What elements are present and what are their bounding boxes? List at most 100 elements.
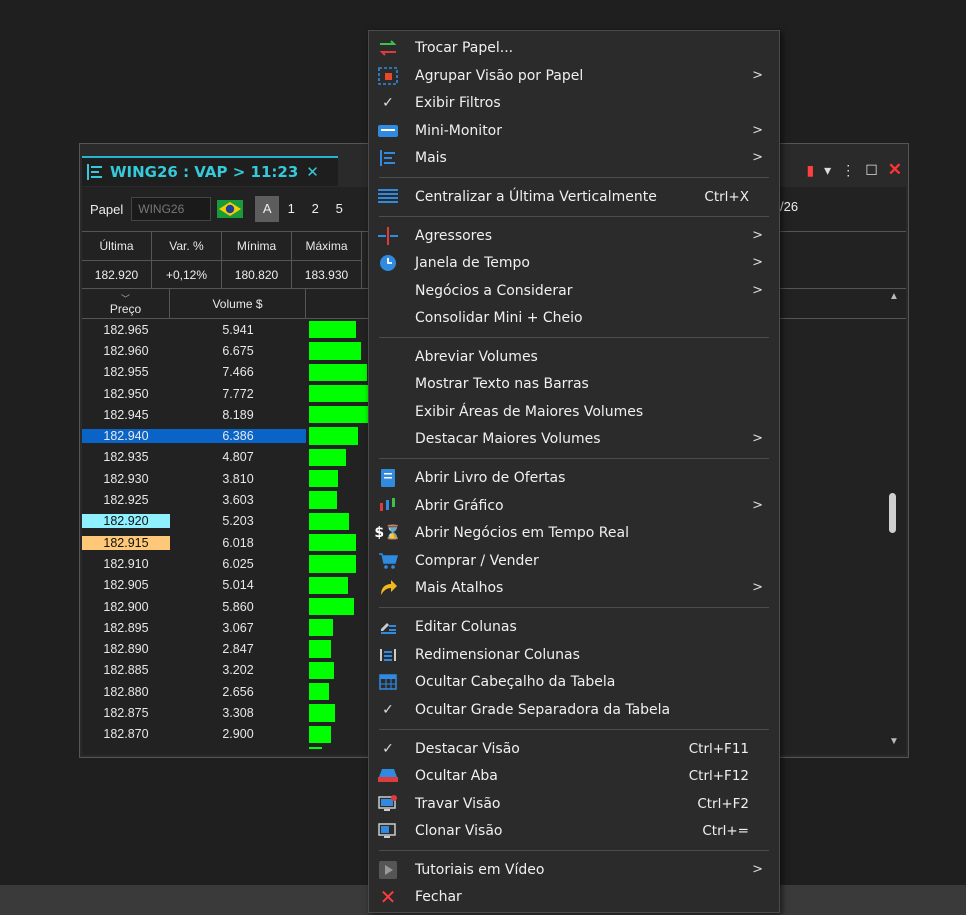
volume-bar <box>309 597 355 616</box>
price-cell: 182.960 <box>103 343 149 358</box>
kebab-menu-icon[interactable]: ⋮ <box>841 162 855 179</box>
tab-title: WING26 : VAP > 11:23 <box>110 163 299 181</box>
keyboard-icon <box>377 121 399 141</box>
menu-item-travar-visao[interactable]: Travar Visão Ctrl+F2 <box>369 790 779 817</box>
summary-value-minima: 180.820 <box>222 260 292 288</box>
volume-cell: 2.900 <box>222 727 254 742</box>
summary-header-var: Var. % <box>152 232 222 260</box>
menu-item-ocultar-grade-separadora-da-tabela[interactable]: ✓ Ocultar Grade Separadora da Tabela <box>369 696 779 723</box>
maximize-icon[interactable]: ☐ <box>865 162 878 179</box>
volume-cell: 7.772 <box>222 386 254 401</box>
menu-item-agressores[interactable]: Agressores > <box>369 222 779 249</box>
menu-item-exibir-areas-de-maiores-volumes[interactable]: Exibir Áreas de Maiores Volumes <box>369 398 779 425</box>
menu-item-centralizar-a-ultima-verticalmente[interactable]: Centralizar a Última Verticalmente Ctrl+X <box>369 183 779 210</box>
price-cell: 182.930 <box>103 471 149 486</box>
menu-item-label: Exibir Áreas de Maiores Volumes <box>415 403 644 420</box>
menu-item-label: Mostrar Texto nas Barras <box>415 375 589 392</box>
menu-separator <box>379 337 769 338</box>
menu-item-exibir-filtros[interactable]: ✓ Exibir Filtros <box>369 89 779 116</box>
menu-item-shortcut: Ctrl+F12 <box>688 767 749 784</box>
summary-value-maxima: 183.930 <box>292 260 362 288</box>
bar-chart-icon[interactable]: ▮ <box>806 162 814 179</box>
column-header-preco[interactable]: ﹀ Preço <box>82 289 170 318</box>
menu-item-label: Trocar Papel... <box>415 39 514 56</box>
submenu-arrow-icon: > <box>752 283 763 298</box>
volume-bar <box>309 406 373 424</box>
volume-cell: 4.807 <box>222 450 254 465</box>
menu-item-trocar-papel[interactable]: Trocar Papel... <box>369 34 779 61</box>
menu-item-ocultar-cabecalho-da-tabela[interactable]: Ocultar Cabeçalho da Tabela <box>369 668 779 695</box>
mode-button-1[interactable]: 1 <box>279 196 303 222</box>
price-cell: 182.955 <box>103 365 149 380</box>
menu-item-destacar-visao[interactable]: ✓ Destacar Visão Ctrl+F11 <box>369 735 779 762</box>
menu-item-abrir-grafico[interactable]: Abrir Gráfico > <box>369 492 779 519</box>
table-header-icon <box>377 672 399 692</box>
menu-item-agrupar-visao-por-papel[interactable]: Agrupar Visão por Papel > <box>369 62 779 89</box>
menu-item-label: Abrir Negócios em Tempo Real <box>415 524 629 541</box>
menu-item-clonar-visao[interactable]: Clonar Visão Ctrl+= <box>369 817 779 844</box>
submenu-arrow-icon: > <box>752 580 763 595</box>
submenu-arrow-icon: > <box>752 255 763 270</box>
check-icon: ✓ <box>382 701 394 718</box>
volume-bar <box>309 427 359 445</box>
menu-item-redimensionar-colunas[interactable]: Redimensionar Colunas <box>369 641 779 668</box>
volume-bar <box>309 342 361 360</box>
window-close-icon[interactable]: ✕ <box>888 160 902 180</box>
volume-cell: 3.810 <box>222 471 254 486</box>
menu-item-mais-atalhos[interactable]: Mais Atalhos > <box>369 574 779 601</box>
mode-button-a[interactable]: A <box>255 196 280 222</box>
window-controls: ▮ ▾ ⋮ ☐ ✕ <box>806 160 902 180</box>
submenu-arrow-icon: > <box>752 123 763 138</box>
submenu-arrow-icon: > <box>752 150 763 165</box>
submenu-arrow-icon: > <box>752 431 763 446</box>
menu-item-label: Consolidar Mini + Cheio <box>415 309 583 326</box>
menu-item-mostrar-texto-nas-barras[interactable]: Mostrar Texto nas Barras <box>369 370 779 397</box>
menu-item-fechar[interactable]: ✕ Fechar <box>369 883 779 910</box>
hide-tab-icon <box>377 766 399 786</box>
menu-item-label: Ocultar Grade Separadora da Tabela <box>415 701 671 718</box>
volume-bar <box>309 725 332 743</box>
menu-item-tutoriais-em-video[interactable]: Tutoriais em Vídeo > <box>369 856 779 883</box>
check-icon: ✓ <box>382 740 394 757</box>
menu-item-abreviar-volumes[interactable]: Abreviar Volumes <box>369 343 779 370</box>
submenu-arrow-icon: > <box>752 68 763 83</box>
scroll-up-icon[interactable]: ▲ <box>889 291 958 302</box>
menu-item-shortcut: Ctrl+X <box>704 188 749 205</box>
menu-item-consolidar-mini-cheio[interactable]: Consolidar Mini + Cheio <box>369 304 779 331</box>
price-cell: 182.890 <box>103 642 149 657</box>
column-header-volume[interactable]: Volume $ <box>170 289 306 318</box>
menu-item-mais[interactable]: Mais > <box>369 144 779 171</box>
tab-wing26-vap[interactable]: WING26 : VAP > 11:23 ✕ <box>82 156 338 186</box>
brazil-flag-icon[interactable] <box>217 198 244 220</box>
menu-item-negocios-a-considerar[interactable]: Negócios a Considerar > <box>369 277 779 304</box>
menu-item-ocultar-aba[interactable]: Ocultar Aba Ctrl+F12 <box>369 762 779 789</box>
price-cell: 182.925 <box>103 493 149 508</box>
menu-item-label: Tutoriais em Vídeo <box>415 861 545 878</box>
scroll-down-icon[interactable]: ▼ <box>889 736 958 747</box>
menu-item-comprar-vender[interactable]: Comprar / Vender <box>369 547 779 574</box>
menu-item-destacar-maiores-volumes[interactable]: Destacar Maiores Volumes > <box>369 425 779 452</box>
dropdown-icon[interactable]: ▾ <box>824 162 831 179</box>
price-cell: 182.905 <box>103 578 149 593</box>
scrollbar-thumb[interactable] <box>889 493 896 533</box>
price-cell: 182.915 <box>82 535 170 550</box>
price-cell: 182.900 <box>103 599 149 614</box>
menu-item-label: Agrupar Visão por Papel <box>415 67 584 84</box>
volume-cell: 3.603 <box>222 493 254 508</box>
menu-item-abrir-livro-de-ofertas[interactable]: Abrir Livro de Ofertas <box>369 464 779 491</box>
papel-input[interactable]: WING26 <box>131 197 212 221</box>
mode-button-5[interactable]: 5 <box>327 196 351 222</box>
candle-chart-icon <box>377 496 399 516</box>
volume-bar <box>309 491 338 509</box>
menu-item-editar-colunas[interactable]: Editar Colunas <box>369 613 779 640</box>
submenu-arrow-icon: > <box>752 498 763 513</box>
menu-item-label: Janela de Tempo <box>415 254 530 271</box>
tab-close-icon[interactable]: ✕ <box>306 163 319 181</box>
menu-item-mini-monitor[interactable]: Mini-Monitor > <box>369 117 779 144</box>
mode-button-2[interactable]: 2 <box>303 196 327 222</box>
volume-bar <box>309 661 334 680</box>
price-cell: 182.875 <box>103 705 149 720</box>
menu-item-abrir-negocios-em-tempo-real[interactable]: $⌛ Abrir Negócios em Tempo Real <box>369 519 779 546</box>
edit-columns-icon <box>377 617 399 637</box>
menu-item-janela-de-tempo[interactable]: Janela de Tempo > <box>369 249 779 276</box>
